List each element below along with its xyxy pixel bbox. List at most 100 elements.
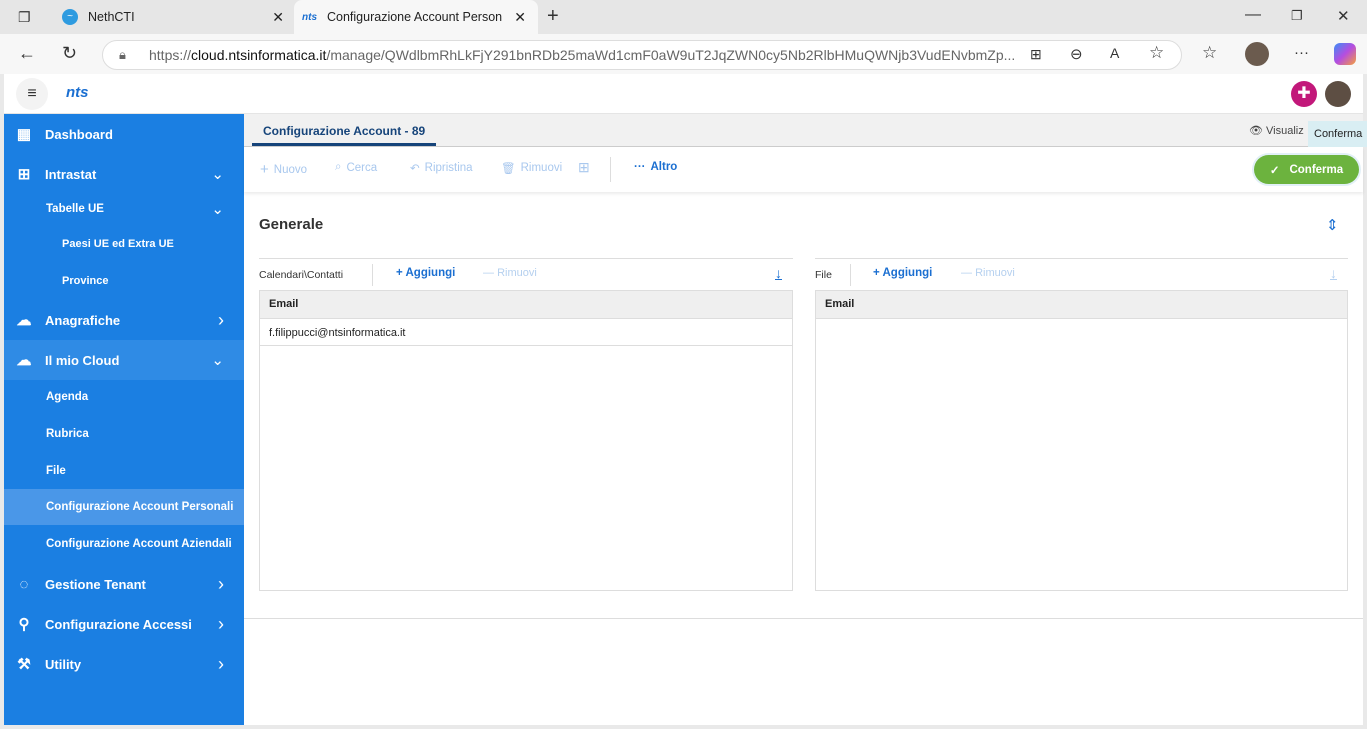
sidebar-item-label: Configurazione Accessi — [45, 616, 192, 632]
sidebar-item-label: Configurazione Account Aziendali — [46, 538, 232, 550]
sidebar-item-configurazione-account-aziendali[interactable]: Configurazione Account Aziendali — [4, 526, 244, 562]
tab-title: NethCTI — [88, 10, 135, 24]
favorites-icon[interactable]: ☆ — [1202, 43, 1217, 63]
close-tab-icon[interactable]: ✕ — [514, 9, 526, 26]
user-key-icon: ⚲ — [18, 616, 30, 633]
remove-label: Rimuovi — [520, 162, 563, 174]
copilot-icon[interactable] — [1334, 43, 1356, 65]
nts-favicon-icon: nts — [302, 11, 317, 23]
minus-icon: — — [483, 267, 494, 279]
chevron-right-icon[interactable]: › — [218, 574, 224, 595]
right-grid: Email — [815, 290, 1348, 591]
close-tab-icon[interactable]: ✕ — [272, 9, 284, 26]
sidebar-item-tabelle-ue[interactable]: Tabelle UE ⌄ — [4, 191, 244, 227]
more-icon[interactable]: ··· — [1294, 44, 1309, 61]
table-row[interactable]: f.filippucci@ntsinformatica.it — [260, 319, 792, 346]
left-add-button[interactable]: + Aggiungi — [396, 267, 455, 279]
confirm-button[interactable]: ✓ Conferma — [1254, 155, 1359, 184]
chevron-right-icon[interactable]: › — [218, 614, 224, 635]
sidebar-item-configurazione-accessi[interactable]: ⚲ Configurazione Accessi › — [4, 604, 244, 644]
user-avatar[interactable] — [1325, 81, 1351, 107]
tab-configurazione-account[interactable]: Configurazione Account - 89 — [252, 117, 437, 146]
restore-icon[interactable]: ❐ — [1291, 8, 1303, 24]
chevron-right-icon[interactable]: › — [218, 654, 224, 675]
divider — [244, 618, 1363, 619]
menu-toggle-icon[interactable]: ≡ — [16, 78, 48, 110]
back-icon[interactable]: ← — [18, 43, 36, 64]
chevron-right-icon[interactable]: › — [218, 310, 224, 331]
remove-label: Rimuovi — [497, 267, 537, 279]
divider — [815, 258, 1348, 259]
refresh-icon[interactable]: ↻ — [62, 43, 77, 64]
sidebar-item-gestione-tenant[interactable]: ◌ Gestione Tenant › — [4, 564, 244, 604]
workspaces-icon[interactable]: ❐ — [18, 9, 31, 26]
sidebar-item-anagrafiche[interactable]: ☁ Anagrafiche › — [4, 300, 244, 340]
remove-button[interactable]: 🗑︎ Rimuovi — [501, 161, 562, 175]
browser-tab-nethcti[interactable]: ~ NethCTI ✕ — [50, 0, 292, 34]
url-prefix: https:// — [149, 47, 192, 63]
download-icon[interactable]: ↓ — [1330, 265, 1337, 281]
lock-icon: 🔒︎ — [119, 47, 126, 62]
url-input[interactable]: 🔒︎ https://cloud.ntsinformatica.it/manag… — [102, 40, 1182, 70]
new-button[interactable]: + Nuovo — [260, 161, 307, 178]
sidebar-item-file[interactable]: File — [4, 453, 244, 489]
search-label: Cerca — [346, 161, 378, 174]
sidebar-item-dashboard[interactable]: ▦ Dashboard — [4, 114, 244, 154]
divider — [372, 264, 373, 286]
close-window-icon[interactable]: ✕ — [1337, 7, 1350, 25]
sidebar-item-paesi-ue-ed-extra-ue[interactable]: Paesi UE ed Extra UE — [4, 225, 244, 262]
people-icon: ☁ — [16, 312, 32, 329]
more-button[interactable]: ··· Altro — [634, 161, 677, 173]
app-header — [4, 74, 1363, 114]
read-aloud-icon[interactable]: A — [1110, 45, 1119, 61]
chevron-down-icon[interactable]: ⌄ — [211, 165, 224, 183]
browser-tab-active[interactable]: nts Configurazione Account Personali ✕ — [294, 0, 538, 34]
restore-button[interactable]: ↶ Ripristina — [410, 161, 473, 175]
restore-label: Ripristina — [424, 162, 473, 174]
new-tab-icon[interactable]: + — [547, 5, 559, 28]
column-header-email[interactable]: Email — [816, 291, 1347, 319]
confirm-label: Conferma — [1289, 163, 1344, 176]
chevron-down-icon[interactable]: ⌄ — [211, 200, 224, 218]
favorite-star-icon[interactable]: ☆ — [1149, 43, 1164, 63]
column-header-email[interactable]: Email — [260, 291, 792, 319]
check-icon: ✓ — [1269, 164, 1280, 177]
profile-avatar[interactable] — [1245, 42, 1269, 66]
collapse-icon[interactable]: ⇕ — [1326, 216, 1339, 234]
nethcti-favicon-icon: ~ — [62, 9, 78, 25]
sidebar-item-label: Tabelle UE — [46, 203, 104, 215]
sidebar-item-intrastat[interactable]: ⊞ Intrastat ⌄ — [4, 154, 244, 194]
new-label: Nuovo — [273, 163, 308, 176]
sidebar-item-province[interactable]: Province — [4, 262, 244, 299]
search-icon: ⌕ — [335, 161, 342, 173]
add-widget-icon[interactable]: ⊞ — [578, 159, 590, 176]
sidebar-item-configurazione-account-personali[interactable]: Configurazione Account Personali — [4, 489, 244, 525]
search-button[interactable]: ⌕ Cerca — [335, 161, 377, 174]
right-add-button[interactable]: + Aggiungi — [873, 267, 932, 279]
add-label: Aggiungi — [882, 267, 933, 279]
sidebar-item-rubrica[interactable]: Rubrica — [4, 416, 244, 452]
sidebar-item-label: Anagrafiche — [45, 312, 121, 328]
zoom-icon[interactable]: ⊖ — [1070, 45, 1083, 63]
chevron-down-icon[interactable]: ⌄ — [211, 351, 224, 369]
minimize-icon[interactable]: — — [1245, 6, 1261, 24]
download-icon[interactable]: ↓ — [775, 265, 782, 281]
plus-icon: + — [396, 267, 403, 279]
tab-title: Configurazione Account Personali — [327, 10, 502, 24]
sidebar-item-label: Province — [62, 274, 109, 287]
right-panel-label: File — [815, 269, 832, 281]
app-available-icon[interactable]: ⊞ — [1030, 46, 1042, 63]
dashboard-icon: ▦ — [16, 126, 32, 143]
sidebar-item-agenda[interactable]: Agenda — [4, 379, 244, 415]
tenant-avatar[interactable]: ✚ — [1291, 81, 1317, 107]
sidebar-item-label: Utility — [45, 656, 82, 672]
sidebar-item-il-mio-cloud[interactable]: ☁ Il mio Cloud ⌄ — [4, 340, 244, 380]
view-button[interactable]: 👁︎ Visualiz — [1249, 124, 1304, 137]
sidebar-item-label: Paesi UE ed Extra UE — [62, 237, 174, 250]
sidebar-item-label: File — [46, 465, 66, 477]
sidebar-item-utility[interactable]: ⚒ Utility › — [4, 644, 244, 684]
add-label: Aggiungi — [405, 267, 456, 279]
sidebar-item-label: Gestione Tenant — [45, 576, 146, 592]
left-remove-button[interactable]: — Rimuovi — [483, 267, 537, 279]
right-remove-button[interactable]: — Rimuovi — [961, 267, 1015, 279]
